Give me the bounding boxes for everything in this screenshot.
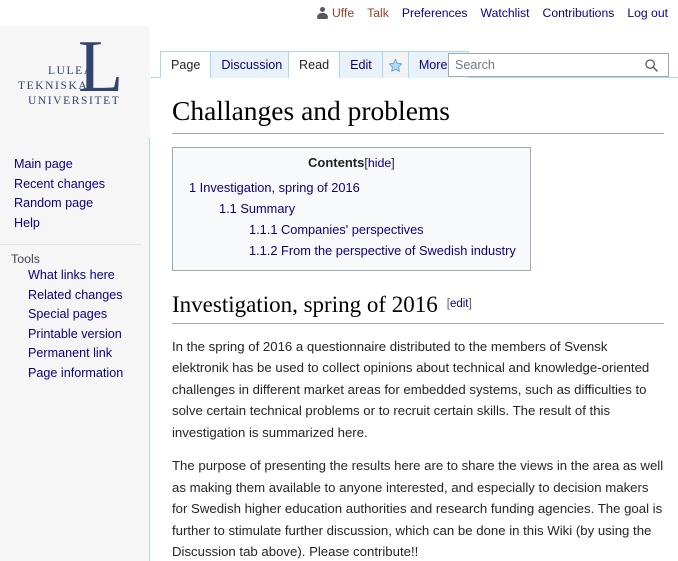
toc-title-label: Contents	[308, 154, 365, 170]
article-body: Challanges and problems Contents[hide] 1…	[151, 78, 678, 561]
personal-link-username-label: Uffe	[331, 6, 355, 20]
tab-page[interactable]: Page	[160, 51, 212, 78]
paragraph: In the spring of 2016 a questionnaire di…	[172, 338, 650, 440]
personal-links-list: Uffe Talk Preferences Watchlist Contribu…	[317, 6, 668, 20]
watch-star-button[interactable]	[381, 51, 409, 78]
sidebar-item-help[interactable]: Help	[0, 214, 149, 234]
personal-link-talk[interactable]: Talk	[367, 6, 389, 20]
site-logo[interactable]: L LULEÅ TEKNISKA UNIVERSITET	[0, 26, 150, 138]
personal-link-logout[interactable]: Log out	[627, 6, 668, 20]
sidebar-navigation: Main page Recent changes Random page Hel…	[0, 138, 149, 233]
sidebar-tools-list: What links here Related changes Special …	[0, 266, 149, 383]
namespace-tabs: Page Discussion	[160, 51, 294, 78]
paragraph: The purpose of presenting the results he…	[172, 458, 664, 560]
page-title: Challanges and problems	[172, 93, 664, 134]
sidebar-item-special-pages[interactable]: Special pages	[14, 305, 149, 325]
sidebar-item-permanent-link[interactable]: Permanent link	[14, 344, 149, 364]
sidebar-tools-heading: Tools	[0, 244, 141, 266]
sidebar-item-what-links-here[interactable]: What links here	[14, 266, 149, 286]
sidebar-item-recent-changes[interactable]: Recent changes	[0, 175, 149, 195]
personal-link-username[interactable]: Uffe	[317, 6, 354, 20]
toc-entry[interactable]: 1.1.2 From the perspective of Swedish in…	[187, 240, 516, 261]
sidebar-item-page-information[interactable]: Page information	[14, 364, 149, 384]
tab-edit[interactable]: Edit	[339, 51, 383, 78]
sidebar-item-random-page[interactable]: Random page	[0, 194, 149, 214]
table-of-contents: Contents[hide] 1 Investigation, spring o…	[172, 146, 531, 271]
sidebar-item-related-changes[interactable]: Related changes	[14, 286, 149, 306]
sidebar: L LULEÅ TEKNISKA UNIVERSITET Main page R…	[0, 26, 150, 561]
section-heading: Investigation, spring of 2016 [edit]	[172, 290, 664, 324]
toc-entry[interactable]: 1.1 Summary	[187, 198, 516, 219]
content-column: Page Discussion Read Edit More Search Ch…	[151, 26, 678, 561]
personal-link-preferences[interactable]: Preferences	[402, 6, 468, 20]
personal-link-contributions[interactable]: Contributions	[543, 6, 615, 20]
more-menu-label: More	[418, 58, 448, 72]
search-input[interactable]	[449, 54, 639, 76]
toc-entry[interactable]: 1 Investigation, spring of 2016	[187, 177, 516, 198]
wiki-page: Uffe Talk Preferences Watchlist Contribu…	[0, 0, 678, 561]
tab-read[interactable]: Read	[288, 51, 341, 78]
section-edit-link[interactable]: [edit]	[447, 298, 472, 310]
user-icon	[317, 6, 329, 20]
logo-wordmark: LULEÅ TEKNISKA UNIVERSITET	[10, 64, 130, 109]
toc-entry[interactable]: 1.1.1 Companies' perspectives	[187, 219, 516, 240]
search-icon-button[interactable]	[639, 58, 663, 73]
search-icon	[644, 58, 658, 72]
tabs-row: Page Discussion Read Edit More	[151, 26, 678, 78]
logo-word-tekniska: TEKNISKA	[18, 80, 89, 92]
logo-graphic: L LULEÅ TEKNISKA UNIVERSITET	[0, 26, 150, 138]
edit-bracket-close: ]	[468, 297, 472, 310]
edit-link-label[interactable]: edit	[450, 298, 469, 310]
search-box[interactable]	[448, 53, 669, 77]
logo-word-universitet: UNIVERSITET	[28, 95, 121, 107]
tab-discussion[interactable]: Discussion	[210, 51, 294, 78]
toc-bracket-close: ]	[391, 155, 395, 170]
logo-word-lulea: LULEÅ	[48, 65, 94, 77]
toc-header: Contents[hide]	[187, 155, 516, 170]
sidebar-item-printable-version[interactable]: Printable version	[14, 325, 149, 345]
sidebar-item-main-page[interactable]: Main page	[0, 155, 149, 175]
star-icon	[388, 58, 402, 72]
action-tabs: Read Edit More	[288, 51, 469, 78]
personal-bar: Uffe Talk Preferences Watchlist Contribu…	[0, 0, 678, 26]
personal-link-watchlist[interactable]: Watchlist	[481, 6, 530, 20]
toc-hide-link[interactable]: hide	[368, 156, 391, 170]
sidebar-tools-portal: Tools What links here Related changes Sp…	[0, 244, 149, 383]
section-heading-label: Investigation, spring of 2016	[172, 291, 438, 317]
